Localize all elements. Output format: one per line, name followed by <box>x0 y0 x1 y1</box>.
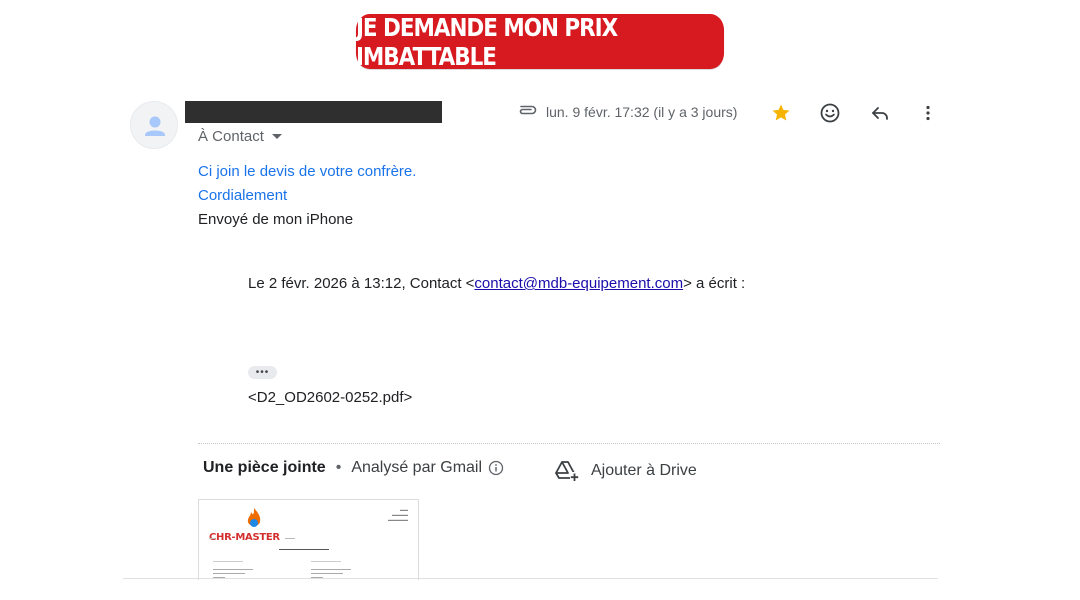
attachments-divider <box>198 443 940 444</box>
attachment-thumbnail[interactable]: CHR-MASTER ▬▬ ▬▬▬▬ ▬▬▬▬▬ <box>198 499 419 580</box>
message-line-3: Envoyé de mon iPhone <box>198 211 354 228</box>
message-meta: lun. 9 févr. 17:32 (il y a 3 jours) <box>516 103 737 120</box>
request-price-button[interactable]: JE DEMANDE MON PRIX IMBATTABLE <box>355 13 725 71</box>
info-icon[interactable] <box>488 460 504 476</box>
attachments-title: Une pièce jointe <box>203 459 326 476</box>
thumbnail-text-line <box>213 569 253 570</box>
flame-logo-icon <box>247 508 261 527</box>
recipient-label: À Contact <box>198 128 264 145</box>
quoted-header-prefix: Le 2 févr. 2026 à 13:12, Contact < <box>248 275 475 292</box>
message-date: lun. 9 févr. 17:32 (il y a 3 jours) <box>546 103 738 120</box>
attachments-header: Une pièce jointe • Analysé par Gmail <box>203 459 504 477</box>
separator-dot: • <box>335 459 342 476</box>
emoji-icon[interactable] <box>818 101 842 125</box>
thumbnail-text-line <box>311 561 341 562</box>
logo-rule-right <box>285 538 295 539</box>
more-vert-icon[interactable] <box>916 101 940 125</box>
thumbnail-text-line <box>311 573 343 574</box>
thumbnail-text-line <box>213 573 245 574</box>
logo-rule-left <box>209 538 215 539</box>
scanned-by-gmail-label: Analysé par Gmail <box>351 459 483 476</box>
message-line-1: Ci join le devis de votre confrère. <box>198 163 417 180</box>
quoted-header: Le 2 févr. 2026 à 13:12, Contact <contac… <box>248 275 745 292</box>
paperclip-icon <box>516 103 538 120</box>
star-icon[interactable] <box>769 101 793 125</box>
thumbnail-text-line <box>311 569 351 570</box>
bottom-divider <box>123 578 938 579</box>
show-trimmed-content-button[interactable]: ••• <box>248 366 277 379</box>
sender-name-redacted <box>185 101 442 123</box>
person-icon <box>145 116 165 136</box>
message-line-2: Cordialement <box>198 187 288 204</box>
quoted-attachment-name: <D2_OD2602-0252.pdf> <box>248 389 413 406</box>
sender-avatar[interactable] <box>130 101 178 149</box>
recipient-dropdown[interactable]: À Contact <box>198 128 282 145</box>
chevron-down-icon <box>271 134 282 139</box>
add-to-drive-label: Ajouter à Drive <box>591 462 697 479</box>
quoted-email-link[interactable]: contact@mdb-equipement.com <box>474 275 683 292</box>
add-to-drive-icon <box>555 461 579 482</box>
thumbnail-text-line <box>213 561 243 562</box>
thumbnail-ref-line <box>279 549 329 550</box>
quoted-header-suffix: > a écrit : <box>683 275 746 292</box>
thumbnail-header-block: ▬▬ ▬▬▬▬ ▬▬▬▬▬ <box>388 507 408 522</box>
reply-icon[interactable] <box>868 101 892 125</box>
add-to-drive-button[interactable]: Ajouter à Drive <box>553 459 697 483</box>
thumbnail-logo-text: CHR-MASTER <box>209 532 280 543</box>
